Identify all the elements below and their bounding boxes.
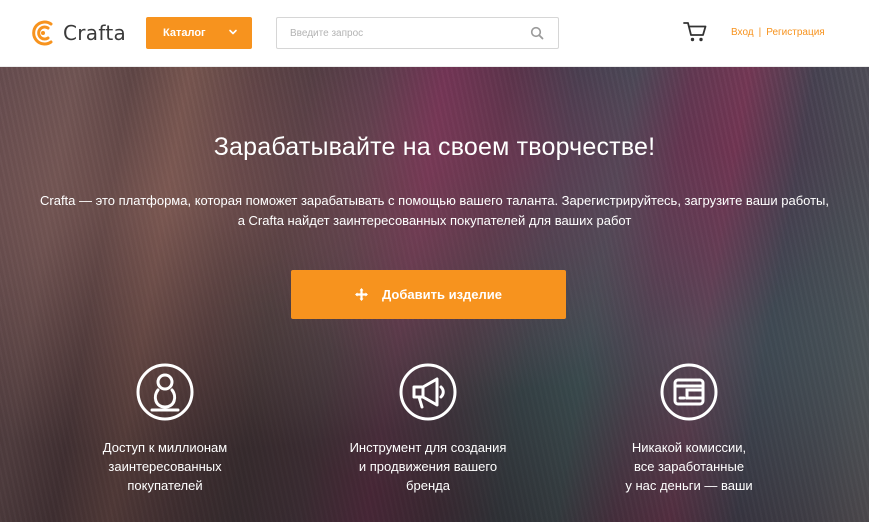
feature-no-commission-text: Никакой комиссии, все заработанные у нас… (625, 440, 753, 493)
logo[interactable]: Crafta (29, 16, 126, 50)
add-item-button[interactable]: Добавить изделие (291, 270, 566, 319)
megaphone-circle-icon (399, 363, 457, 421)
move-plus-icon (355, 288, 368, 301)
wallet-circle-icon (660, 363, 718, 421)
hero-description: Crafta — это платформа, которая поможет … (40, 193, 829, 228)
auth-separator: | (758, 27, 762, 38)
feature-brand-tools: Инструмент для создания и продвижения ва… (328, 363, 528, 495)
search-input[interactable] (277, 18, 517, 48)
catalog-button[interactable]: Каталог (146, 17, 252, 49)
login-link[interactable]: Вход (731, 27, 754, 38)
search-icon[interactable] (530, 26, 544, 45)
logo-text: Crafta (63, 21, 127, 45)
search-box (276, 17, 559, 49)
hero-banner: Зарабатывайте на своем творчестве! Craft… (0, 67, 869, 522)
feature-brand-tools-text: Инструмент для создания и продвижения ва… (349, 440, 507, 493)
feature-buyers: Доступ к миллионам заинтересованных поку… (65, 363, 265, 495)
auth-links: Вход | Регистрация (731, 27, 825, 38)
feature-no-commission: Никакой комиссии, все заработанные у нас… (589, 363, 789, 495)
feature-buyers-text: Доступ к миллионам заинтересованных поку… (102, 440, 228, 493)
person-circle-icon (136, 363, 194, 421)
add-item-label: Добавить изделие (382, 287, 502, 302)
register-link[interactable]: Регистрация (766, 27, 824, 38)
crafta-logo-icon (29, 18, 57, 48)
site-header: Crafta Каталог Вход | Регистрация (0, 0, 869, 67)
catalog-label: Каталог (163, 27, 206, 39)
cart-icon[interactable] (682, 20, 708, 44)
chevron-down-icon (228, 27, 238, 40)
hero-title: Зарабатывайте на своем творчестве! (213, 133, 656, 161)
